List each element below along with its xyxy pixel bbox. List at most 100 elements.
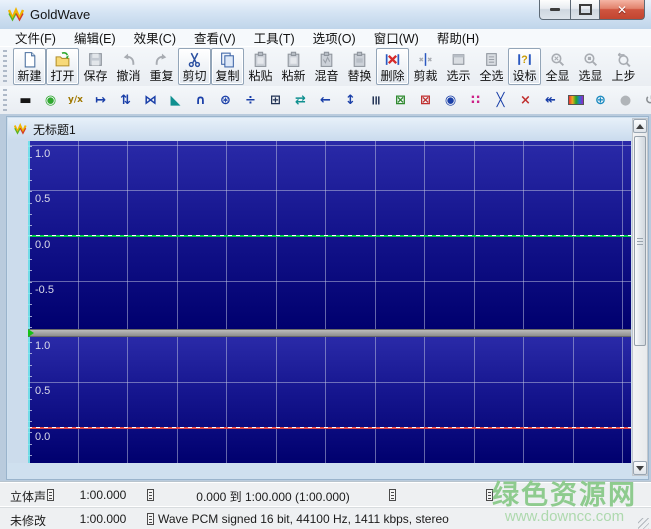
replace-button[interactable]: 替换 — [343, 48, 376, 85]
menu-item-4[interactable]: 工具(T) — [245, 27, 304, 48]
doppler-icon: ◉ — [44, 92, 57, 108]
rewind-button[interactable]: ← — [313, 88, 338, 112]
pop-click-button[interactable]: × — [513, 88, 538, 112]
menu-item-7[interactable]: 帮助(H) — [428, 27, 488, 48]
minimize-button[interactable] — [539, 0, 571, 20]
selection-view-button[interactable]: 选示 — [442, 48, 475, 85]
select-all-button[interactable]: 全选 — [475, 48, 508, 85]
paste-new-button[interactable]: 粘新 — [277, 48, 310, 85]
mechanize-button[interactable]: ⊛ — [213, 88, 238, 112]
grid-line-vertical — [424, 337, 425, 463]
cassette-button[interactable] — [563, 88, 588, 112]
menu-item-5[interactable]: 选项(O) — [304, 27, 365, 48]
rewind-icon: ← — [320, 92, 331, 108]
batch-cancel-button[interactable]: ⊠ — [413, 88, 438, 112]
dynamics-button[interactable]: ⇅ — [113, 88, 138, 112]
paste-button[interactable]: 粘贴 — [244, 48, 277, 85]
parametric-eq-button[interactable]: ⊞ — [263, 88, 288, 112]
goldwave-logo-icon — [8, 7, 26, 22]
cut-button[interactable]: 剪切 — [178, 48, 211, 85]
undo-level-button[interactable]: ↺ — [638, 88, 651, 112]
scroll-up-button[interactable] — [633, 119, 647, 133]
offset-button[interactable]: ↦ — [88, 88, 113, 112]
playback-start-marker[interactable] — [28, 141, 30, 329]
toolbar-button-label: 复制 — [215, 69, 240, 83]
toolbar-button-label: 撤消 — [116, 69, 141, 83]
menu-item-3[interactable]: 查看(V) — [185, 27, 245, 48]
toolbar-button-label: 设标 — [512, 69, 537, 83]
left-channel-zero-signal-line — [28, 235, 631, 237]
batch-check-button[interactable]: ⊠ — [388, 88, 413, 112]
color-settings-button[interactable]: ∷ — [463, 88, 488, 112]
minimize-icon — [550, 8, 560, 11]
axis-label: -0.5 — [35, 284, 54, 296]
pan-button[interactable]: ◣ — [163, 88, 188, 112]
smoother-icon: ↞ — [545, 92, 556, 108]
batch-check-icon: ⊠ — [395, 92, 406, 108]
menu-item-2[interactable]: 效果(C) — [125, 27, 185, 48]
mix-button[interactable]: 混音 — [310, 48, 343, 85]
grid-line-vertical — [276, 337, 277, 463]
cd-reader-button[interactable]: ◉ — [438, 88, 463, 112]
new-file-button[interactable]: 新建 — [13, 48, 46, 85]
grid-line-horizontal — [28, 281, 631, 282]
zero-line-dash-overlay — [28, 427, 631, 428]
scroll-down-button[interactable] — [633, 461, 647, 475]
vertical-scrollbar[interactable] — [632, 118, 648, 476]
delete-button[interactable]: 删除 — [376, 48, 409, 85]
doppler-button[interactable]: ◉ — [38, 88, 63, 112]
equalizer-button[interactable]: ≡ — [363, 88, 388, 112]
open-folder-button[interactable]: 打开 — [46, 48, 79, 85]
resize-grip[interactable] — [638, 518, 649, 529]
toolbar-button-label: 删除 — [380, 69, 405, 83]
vertical-scroll-thumb[interactable] — [634, 136, 646, 346]
toolbar-drag-handle[interactable] — [3, 50, 7, 84]
zoom-selection-button[interactable]: 选显 — [574, 48, 607, 85]
invert-button[interactable]: ∩ — [188, 88, 213, 112]
channel-separator[interactable] — [28, 329, 631, 337]
menu-item-6[interactable]: 窗口(W) — [365, 27, 428, 48]
sphere-button[interactable]: ● — [613, 88, 638, 112]
zoom-all-button[interactable]: 全显 — [541, 48, 574, 85]
toolbar-button-label: 粘新 — [281, 69, 306, 83]
expression-evaluator-button[interactable]: y/x — [63, 88, 88, 112]
axis-label: 0.0 — [35, 431, 51, 443]
status-pane-divider-icon — [147, 513, 154, 525]
wave-display[interactable]: 1.0 0.5 0.0 -0.5 1.0 0.5 0.0 — [28, 141, 631, 463]
toolbar-drag-handle[interactable] — [3, 89, 7, 111]
pan-icon: ◣ — [170, 92, 181, 108]
volume-shape-button[interactable]: ↕ — [338, 88, 363, 112]
close-button[interactable]: ✕ — [600, 0, 645, 20]
reverse-button[interactable]: ⇄ — [288, 88, 313, 112]
trim-button[interactable]: 剪裁 — [409, 48, 442, 85]
set-marker-button[interactable]: ? 设标 — [508, 48, 541, 85]
selection-start-marker[interactable] — [28, 329, 34, 337]
new-file-icon — [21, 51, 38, 68]
copy-button[interactable]: 复制 — [211, 48, 244, 85]
cda-extract-button[interactable]: ⊕ — [588, 88, 613, 112]
redo-button[interactable]: 重复 — [145, 48, 178, 85]
save-button[interactable]: 保存 — [79, 48, 112, 85]
paste-icon — [252, 51, 269, 68]
zoom-all-icon — [549, 51, 566, 68]
menu-item-1[interactable]: 编辑(E) — [65, 27, 125, 48]
maximize-button[interactable] — [571, 0, 600, 20]
title-bar: GoldWave ✕ — [0, 0, 651, 30]
left-channel[interactable]: 1.0 0.5 0.0 -0.5 — [28, 141, 631, 329]
cut-icon — [186, 51, 203, 68]
zoom-previous-button[interactable]: 上步 — [607, 48, 640, 85]
axis-label: 1.0 — [35, 340, 51, 352]
echo-button[interactable]: ⋈ — [138, 88, 163, 112]
undo-button[interactable]: 撤消 — [112, 48, 145, 85]
playback-start-marker[interactable] — [28, 337, 30, 463]
cda-extract-icon: ⊕ — [595, 92, 606, 108]
pitch-button[interactable]: ÷ — [238, 88, 263, 112]
menu-item-0[interactable]: 文件(F) — [6, 27, 65, 48]
smoother-button[interactable]: ↞ — [538, 88, 563, 112]
control-bar-button[interactable]: ▬ — [13, 88, 38, 112]
batch-cancel-icon: ⊠ — [420, 92, 431, 108]
right-channel[interactable]: 1.0 0.5 0.0 — [28, 337, 631, 463]
status-row-1: 立体声 1:00.000 0.000 到 1:00.000 (1:00.000) — [0, 484, 651, 507]
noise-reduction-button[interactable]: ╳ — [488, 88, 513, 112]
caption-buttons: ✕ — [539, 0, 645, 20]
